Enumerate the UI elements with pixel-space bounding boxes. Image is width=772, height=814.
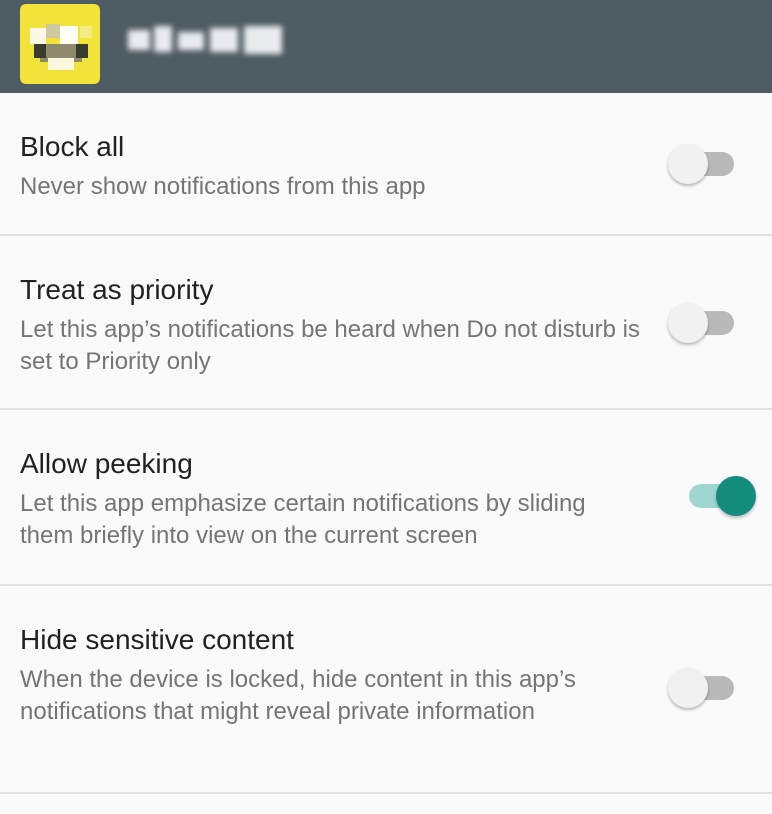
setting-title: Treat as priority [20,274,214,305]
setting-hide-sensitive-content[interactable]: Hide sensitive content When the device i… [0,586,772,794]
setting-title: Hide sensitive content [20,624,294,655]
toggle-thumb [668,303,708,343]
setting-subtitle: Let this app emphasize certain notificat… [20,490,586,549]
setting-title: Allow peeking [20,448,193,479]
treat-as-priority-toggle[interactable] [668,303,737,343]
setting-subtitle: Let this app’s notifications be heard wh… [20,316,640,375]
app-title-redaction [128,20,288,64]
setting-allow-peeking[interactable]: Allow peeking Let this app emphasize cer… [0,410,772,586]
setting-subtitle: Never show notifications from this app [20,173,426,200]
app-icon [20,4,100,84]
toggle-thumb [668,144,708,184]
block-all-toggle[interactable] [668,144,737,184]
app-bar [0,0,772,93]
notification-settings-list: Block all Never show notifications from … [0,93,772,814]
toggle-thumb [668,668,708,708]
hide-sensitive-content-toggle[interactable] [668,668,737,708]
toggle-thumb [716,476,756,516]
setting-treat-as-priority[interactable]: Treat as priority Let this app’s notific… [0,236,772,410]
allow-peeking-toggle[interactable] [686,476,756,516]
setting-block-all[interactable]: Block all Never show notifications from … [0,93,772,236]
setting-title: Block all [20,131,125,162]
setting-subtitle: When the device is locked, hide content … [20,666,576,725]
